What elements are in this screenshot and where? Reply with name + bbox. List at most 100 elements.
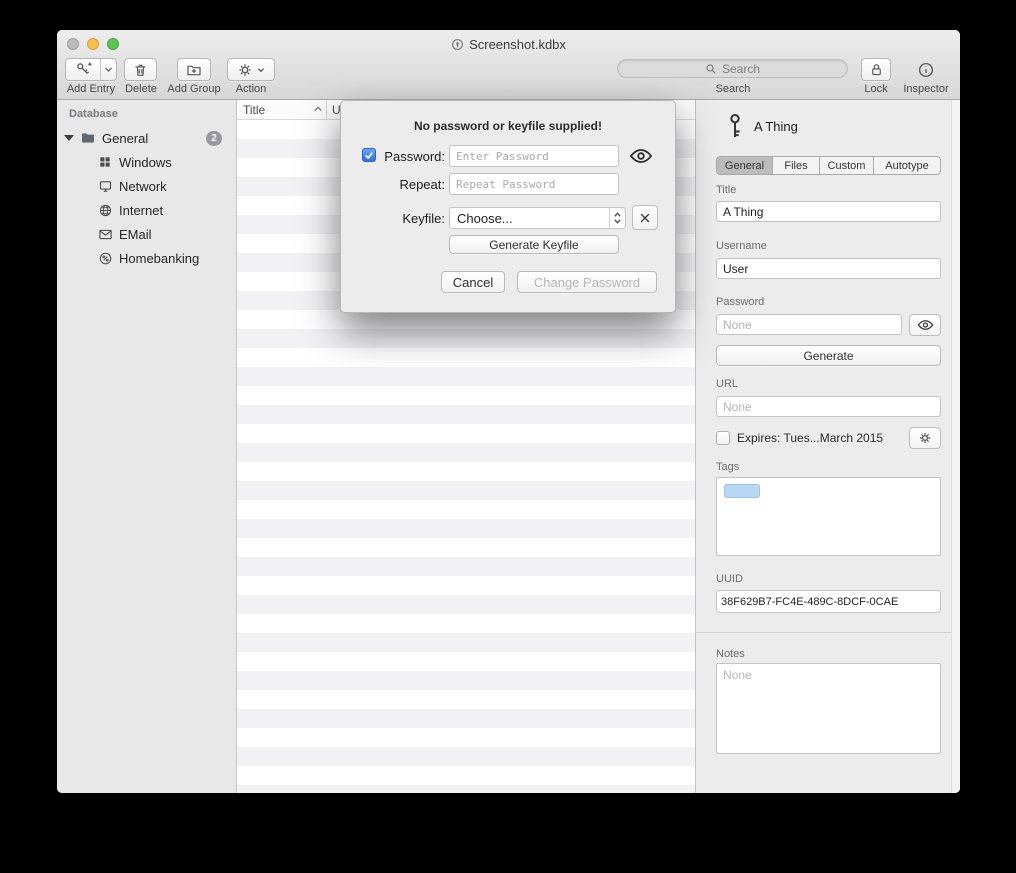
dialog-repeat-input[interactable] [449, 173, 619, 195]
inspector-button[interactable] [911, 58, 941, 81]
tab-files[interactable]: Files [773, 157, 820, 174]
clear-icon [639, 212, 651, 224]
tag-chip[interactable] [724, 484, 760, 498]
app-window: Screenshot.kdbx Add Entry Delete Add Gro… [57, 30, 960, 793]
cancel-button[interactable]: Cancel [441, 271, 505, 293]
column-title[interactable]: Title [243, 103, 265, 117]
dialog-message: No password or keyfile supplied! [341, 119, 675, 133]
lock-label: Lock [864, 83, 887, 95]
sidebar-item-homebanking[interactable]: Homebanking [57, 247, 236, 269]
uuid-field[interactable] [716, 590, 941, 613]
add-entry-icon [66, 59, 100, 80]
action-label: Action [236, 83, 267, 95]
lock-icon [869, 62, 884, 77]
action-icon [237, 62, 253, 78]
generate-keyfile-button[interactable]: Generate Keyfile [449, 235, 619, 254]
url-field-label: URL [716, 378, 738, 390]
generate-password-button[interactable]: Generate [716, 345, 941, 366]
delete-icon [133, 62, 148, 78]
delete-label: Delete [125, 83, 157, 95]
column-divider[interactable] [326, 100, 327, 119]
expires-checkbox[interactable] [716, 431, 730, 445]
inspector-icon [917, 61, 935, 79]
lock-button[interactable] [861, 58, 891, 81]
expires-settings-button[interactable] [909, 427, 941, 449]
sidebar-item-label: General [102, 131, 148, 146]
add-group-button[interactable] [177, 58, 211, 81]
search-icon [705, 63, 717, 75]
username-field[interactable] [716, 258, 941, 279]
sidebar-item-label: Windows [119, 155, 172, 170]
dialog-password-label: Password: [377, 149, 445, 164]
password-enabled-checkbox[interactable] [362, 148, 376, 162]
password-field[interactable] [716, 314, 902, 335]
sidebar: Database General 2 Windows Network [57, 100, 237, 793]
username-field-label: Username [716, 240, 767, 252]
sidebar-item-general[interactable]: General 2 [57, 127, 236, 149]
sidebar-item-internet[interactable]: Internet [57, 199, 236, 221]
eye-icon [917, 319, 934, 331]
sidebar-item-email[interactable]: EMail [57, 223, 236, 245]
sidebar-item-label: EMail [119, 227, 152, 242]
notes-placeholder: None [723, 668, 752, 682]
disclosure-icon[interactable] [64, 135, 74, 141]
screen: { "window": { "title": "Screenshot.kdbx"… [0, 0, 1016, 873]
clear-keyfile-button[interactable] [632, 205, 658, 230]
sidebar-item-windows[interactable]: Windows [57, 151, 236, 173]
sidebar-item-network[interactable]: Network [57, 175, 236, 197]
expires-label: Expires: Tues...March 2015 [737, 431, 883, 445]
search-placeholder: Search [722, 62, 760, 76]
group-badge: 2 [206, 131, 222, 146]
notes-field[interactable]: None [716, 663, 941, 754]
sort-asc-icon [313, 105, 323, 113]
add-group-label: Add Group [167, 83, 220, 95]
add-entry-dropdown-icon[interactable] [100, 59, 116, 80]
dialog-reveal-button[interactable] [627, 146, 655, 166]
inspector-divider [696, 632, 960, 633]
url-field[interactable] [716, 396, 941, 417]
keyfile-value: Choose... [450, 211, 609, 226]
dialog-keyfile-label: Keyfile: [377, 211, 445, 226]
tab-general[interactable]: General [717, 157, 773, 174]
titlebar-toolbar: Screenshot.kdbx Add Entry Delete Add Gro… [57, 30, 960, 100]
change-password-button[interactable]: Change Password [517, 271, 657, 293]
action-chevron-icon [257, 67, 265, 73]
add-entry-button[interactable] [65, 58, 117, 81]
cancel-label: Cancel [453, 275, 493, 290]
action-button[interactable] [227, 58, 275, 81]
dialog-repeat-label: Repeat: [377, 177, 445, 192]
sidebar-item-label: Homebanking [119, 251, 199, 266]
inspector-scrollbar[interactable] [951, 100, 960, 793]
sidebar-header: Database [69, 108, 118, 120]
entry-key-icon [724, 112, 746, 140]
reveal-password-button[interactable] [909, 314, 941, 336]
delete-button[interactable] [124, 58, 157, 81]
uuid-field-label: UUID [716, 573, 743, 585]
notes-field-label: Notes [716, 648, 745, 660]
title-field-label: Title [716, 184, 736, 196]
sidebar-item-label: Internet [119, 203, 163, 218]
generate-keyfile-label: Generate Keyfile [489, 238, 578, 252]
tab-custom[interactable]: Custom [820, 157, 874, 174]
add-group-icon [186, 62, 202, 78]
email-icon [97, 226, 113, 242]
windows-icon [97, 154, 113, 170]
dialog-password-input[interactable] [449, 145, 619, 167]
network-icon [97, 178, 113, 194]
change-password-label: Change Password [534, 275, 640, 290]
stepper-icon [609, 208, 625, 228]
search-input[interactable]: Search [617, 59, 848, 78]
inspector-label: Inspector [903, 83, 948, 95]
tags-field[interactable] [716, 477, 941, 556]
internet-icon [97, 202, 113, 218]
gear-icon [918, 431, 932, 445]
add-entry-label: Add Entry [67, 83, 115, 95]
change-password-dialog: No password or keyfile supplied! Passwor… [340, 100, 676, 313]
keyfile-dropdown[interactable]: Choose... [449, 207, 626, 229]
title-field[interactable] [716, 201, 941, 222]
window-title-area: Screenshot.kdbx [57, 35, 960, 53]
window-title: Screenshot.kdbx [469, 37, 566, 52]
checkmark-icon [364, 151, 374, 160]
entry-title: A Thing [754, 119, 798, 134]
tab-autotype[interactable]: Autotype [874, 157, 940, 174]
